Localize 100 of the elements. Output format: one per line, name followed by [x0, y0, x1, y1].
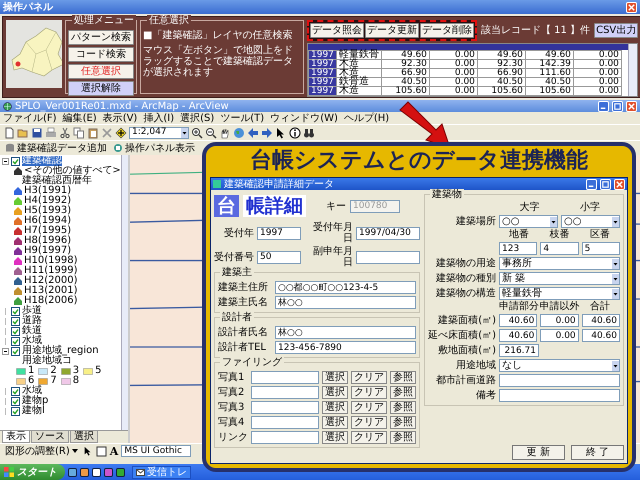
- input-field[interactable]: [251, 401, 319, 414]
- input-field[interactable]: 1997/04/30: [356, 226, 420, 240]
- checkbox[interactable]: [11, 346, 20, 356]
- input-field[interactable]: [499, 389, 620, 402]
- csv-button[interactable]: CSV出力: [594, 23, 638, 38]
- menu-item[interactable]: ツール(T): [220, 112, 264, 124]
- menu-item[interactable]: 編集(E): [62, 112, 97, 124]
- input-field[interactable]: ○○都○○町○○123-4-5: [275, 281, 416, 294]
- dropdown[interactable]: 事務所: [499, 257, 620, 270]
- pointer-icon[interactable]: [82, 445, 93, 457]
- input-field[interactable]: 1997: [257, 226, 301, 240]
- tab[interactable]: 選択: [70, 431, 98, 443]
- menu-item[interactable]: ウィンドウ(W): [270, 112, 338, 124]
- input-field[interactable]: 123-456-7890: [275, 341, 416, 354]
- input-field[interactable]: 0.00: [540, 329, 579, 342]
- input-field[interactable]: 0.00: [540, 314, 579, 327]
- scrollbar[interactable]: [120, 155, 128, 430]
- input-field[interactable]: [251, 371, 319, 384]
- tab[interactable]: 表示: [2, 431, 30, 443]
- dropdown[interactable]: ○○: [499, 215, 558, 228]
- input-field[interactable]: 林○○: [275, 326, 416, 339]
- minimize-button[interactable]: [586, 178, 597, 190]
- toolbar-button[interactable]: 建築確認データ追加: [3, 142, 109, 154]
- input-field[interactable]: 123: [499, 242, 538, 255]
- checkbox[interactable]: [11, 306, 20, 316]
- file-button[interactable]: 選択: [322, 401, 348, 414]
- checkbox[interactable]: [11, 316, 20, 326]
- maximize-button[interactable]: [600, 178, 611, 190]
- dropdown[interactable]: ○○: [561, 215, 620, 228]
- data-button[interactable]: データ削除: [420, 23, 474, 38]
- input-field[interactable]: [251, 386, 319, 399]
- file-button[interactable]: 参照: [390, 416, 416, 429]
- input-field[interactable]: 4: [540, 242, 579, 255]
- layer-name[interactable]: 用途地域_region: [22, 346, 99, 356]
- input-field[interactable]: 216.71: [499, 344, 539, 357]
- file-button[interactable]: クリア: [351, 416, 387, 429]
- file-button[interactable]: 参照: [390, 431, 416, 444]
- close-button[interactable]: [614, 178, 625, 190]
- file-button[interactable]: クリア: [351, 371, 387, 384]
- file-button[interactable]: 選択: [322, 371, 348, 384]
- maximize-button[interactable]: [612, 100, 623, 112]
- dialog-button[interactable]: 終 了: [570, 445, 624, 460]
- layer-name[interactable]: 建物p: [22, 396, 48, 406]
- dialog-button[interactable]: 更 新: [512, 445, 565, 460]
- file-button[interactable]: 参照: [390, 401, 416, 414]
- file-button[interactable]: クリア: [351, 401, 387, 414]
- print-icon[interactable]: [45, 126, 57, 138]
- data-button[interactable]: データ更新: [365, 23, 419, 38]
- input-field[interactable]: 林○○: [275, 296, 416, 309]
- menu-button[interactable]: コード検索: [68, 47, 134, 62]
- tab[interactable]: ソース: [31, 431, 69, 443]
- close-button[interactable]: [626, 2, 637, 12]
- forward-arrow-icon[interactable]: [261, 126, 273, 138]
- draw-menu-button[interactable]: 図形の調整(R): [3, 446, 80, 456]
- menu-item[interactable]: 挿入(I): [143, 112, 174, 124]
- collapse-icon[interactable]: [2, 348, 9, 354]
- file-button[interactable]: 選択: [322, 416, 348, 429]
- layer-name[interactable]: 水域: [22, 336, 42, 346]
- checkbox[interactable]: [11, 156, 20, 166]
- checkbox[interactable]: [11, 386, 20, 396]
- input-field[interactable]: [499, 374, 620, 387]
- input-field[interactable]: [251, 431, 319, 444]
- file-button[interactable]: クリア: [351, 431, 387, 444]
- layer-name[interactable]: 歩道: [22, 306, 42, 316]
- dropdown[interactable]: 軽量鉄骨: [499, 287, 620, 300]
- checkbox[interactable]: [11, 326, 20, 336]
- scrollbar[interactable]: [628, 44, 638, 96]
- menu-item[interactable]: ファイル(F): [3, 112, 57, 124]
- menu-button[interactable]: パターン検索: [68, 30, 134, 45]
- input-field[interactable]: 50: [257, 250, 301, 264]
- menu-item[interactable]: 表示(V): [102, 112, 138, 124]
- close-button[interactable]: [626, 100, 637, 112]
- input-field[interactable]: [356, 250, 420, 264]
- input-field[interactable]: 5: [582, 242, 620, 255]
- text-tool-button[interactable]: A: [110, 446, 118, 456]
- menu-item[interactable]: ヘルプ(H): [344, 112, 390, 124]
- menu-button[interactable]: 任意選択: [68, 64, 134, 79]
- back-arrow-icon[interactable]: [247, 126, 259, 138]
- file-button[interactable]: 選択: [322, 431, 348, 444]
- checkbox[interactable]: [11, 406, 20, 416]
- binoculars-icon[interactable]: [303, 126, 315, 138]
- input-field[interactable]: 40.60: [499, 314, 538, 327]
- scale-field[interactable]: 1:2,047: [129, 126, 189, 138]
- dropdown[interactable]: 新 築: [499, 272, 620, 285]
- dropdown[interactable]: なし: [499, 359, 620, 372]
- layer-name[interactable]: 水域: [22, 386, 42, 396]
- minimize-button[interactable]: [598, 100, 609, 112]
- info-icon[interactable]: [289, 126, 301, 138]
- zoom-out-icon[interactable]: [205, 126, 217, 138]
- font-field[interactable]: MS UI Gothic: [121, 445, 192, 457]
- menu-button[interactable]: 選択解除: [68, 81, 134, 96]
- add-data-icon[interactable]: [115, 126, 127, 138]
- menu-item[interactable]: 選択(S): [180, 112, 214, 124]
- checkbox[interactable]: [11, 336, 20, 346]
- layer-name[interactable]: 道路: [22, 316, 42, 326]
- collapse-icon[interactable]: [2, 158, 9, 164]
- save-icon[interactable]: [31, 126, 43, 138]
- cut-icon[interactable]: [59, 126, 71, 138]
- pan-hand-icon[interactable]: [219, 126, 231, 138]
- file-button[interactable]: クリア: [351, 386, 387, 399]
